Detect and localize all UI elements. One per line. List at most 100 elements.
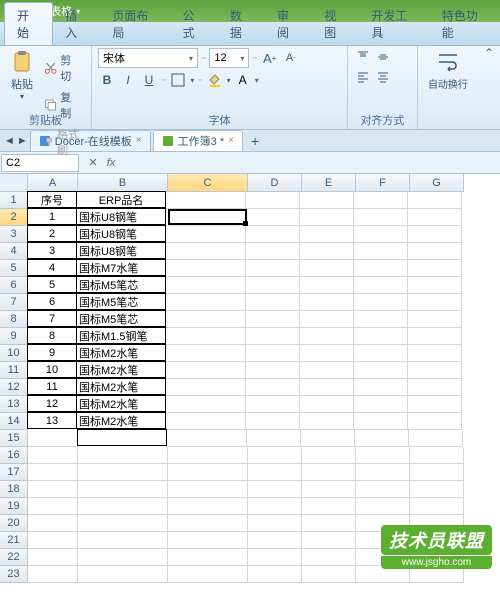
close-icon[interactable]: × [136, 135, 142, 146]
cell[interactable] [78, 464, 168, 481]
cell[interactable] [78, 447, 168, 464]
cell[interactable]: 国标U8钢笔 [76, 242, 166, 259]
cell[interactable] [78, 515, 168, 532]
cell[interactable]: 3 [27, 242, 77, 259]
cell[interactable] [166, 277, 246, 294]
cell[interactable] [354, 226, 408, 243]
cell[interactable] [78, 549, 168, 566]
row-header-12[interactable]: 12 [0, 379, 28, 396]
cell[interactable] [78, 566, 168, 583]
cell[interactable] [356, 447, 410, 464]
underline-button[interactable]: U [140, 71, 158, 89]
insert-function-button[interactable]: fx [102, 154, 120, 172]
cell[interactable] [28, 481, 78, 498]
cell[interactable] [410, 464, 464, 481]
cell[interactable] [300, 277, 354, 294]
row-header-9[interactable]: 9 [0, 328, 28, 345]
cell[interactable] [408, 192, 462, 209]
row-header-5[interactable]: 5 [0, 260, 28, 277]
cell[interactable] [354, 243, 408, 260]
cell[interactable] [302, 481, 356, 498]
cell[interactable] [246, 396, 300, 413]
row-header-14[interactable]: 14 [0, 413, 28, 430]
cell[interactable] [354, 209, 408, 226]
cell[interactable] [300, 345, 354, 362]
cell[interactable] [166, 192, 246, 209]
cell[interactable] [408, 277, 462, 294]
cell[interactable] [410, 481, 464, 498]
cell[interactable] [168, 515, 248, 532]
border-button[interactable] [169, 71, 187, 89]
cell[interactable] [28, 498, 78, 515]
cell[interactable] [246, 209, 300, 226]
cell[interactable] [300, 396, 354, 413]
row-header-1[interactable]: 1 [0, 192, 28, 209]
cell[interactable] [408, 396, 462, 413]
cell[interactable] [408, 328, 462, 345]
select-all-corner[interactable] [0, 174, 28, 192]
cell[interactable] [408, 209, 462, 226]
cell[interactable]: 国标M5笔芯 [76, 293, 166, 310]
column-header-B[interactable]: B [78, 174, 168, 192]
cell[interactable] [354, 260, 408, 277]
cell[interactable] [408, 362, 462, 379]
row-header-21[interactable]: 21 [0, 532, 28, 549]
cell[interactable] [408, 243, 462, 260]
cell[interactable] [354, 362, 408, 379]
cell[interactable]: 10 [27, 361, 77, 378]
row-header-16[interactable]: 16 [0, 447, 28, 464]
ribbon-minimize-button[interactable]: ⌃ [478, 46, 500, 129]
cell[interactable] [248, 481, 302, 498]
cell[interactable] [247, 430, 301, 447]
cell[interactable] [28, 430, 78, 447]
cell[interactable] [248, 515, 302, 532]
cell[interactable] [168, 498, 248, 515]
cell[interactable] [28, 464, 78, 481]
cell[interactable]: 国标M2水笔 [76, 378, 166, 395]
paste-button[interactable]: 粘贴 ▾ [6, 48, 38, 160]
row-header-4[interactable]: 4 [0, 243, 28, 260]
cell[interactable]: 7 [27, 310, 77, 327]
cell[interactable]: 6 [27, 293, 77, 310]
cell[interactable] [28, 447, 78, 464]
cell[interactable] [78, 481, 168, 498]
row-header-10[interactable]: 10 [0, 345, 28, 362]
cell[interactable] [301, 430, 355, 447]
cell[interactable] [356, 498, 410, 515]
cell[interactable] [166, 260, 246, 277]
cell[interactable] [246, 277, 300, 294]
cell[interactable] [300, 328, 354, 345]
cell[interactable] [246, 260, 300, 277]
cell[interactable] [168, 549, 248, 566]
column-header-C[interactable]: C [168, 174, 248, 192]
cell[interactable] [248, 498, 302, 515]
cell[interactable] [354, 396, 408, 413]
align-middle-button[interactable] [374, 48, 392, 66]
cell[interactable] [168, 566, 248, 583]
cell[interactable] [246, 328, 300, 345]
cell[interactable] [410, 447, 464, 464]
ribbon-tab-8[interactable]: 特色功能 [430, 3, 500, 45]
row-header-22[interactable]: 22 [0, 549, 28, 566]
row-header-17[interactable]: 17 [0, 464, 28, 481]
cell[interactable] [300, 192, 354, 209]
cell[interactable]: 国标M1.5钢笔 [76, 327, 166, 344]
cell[interactable] [354, 345, 408, 362]
cell[interactable] [300, 209, 354, 226]
row-header-13[interactable]: 13 [0, 396, 28, 413]
italic-button[interactable]: I [119, 71, 137, 89]
format-painter-button[interactable]: 格式刷 [40, 124, 85, 160]
cell[interactable] [302, 498, 356, 515]
row-header-23[interactable]: 23 [0, 566, 28, 583]
cell[interactable]: 国标M7水笔 [76, 259, 166, 276]
ribbon-tab-7[interactable]: 开发工具 [359, 3, 429, 45]
cell[interactable] [246, 226, 300, 243]
cell[interactable] [246, 379, 300, 396]
cell[interactable]: 国标M5笔芯 [76, 310, 166, 327]
ribbon-tab-6[interactable]: 视图 [312, 3, 359, 45]
cell[interactable] [248, 566, 302, 583]
ribbon-tab-3[interactable]: 公式 [171, 3, 218, 45]
row-header-3[interactable]: 3 [0, 226, 28, 243]
row-header-2[interactable]: 2 [0, 209, 28, 226]
cell[interactable] [78, 498, 168, 515]
